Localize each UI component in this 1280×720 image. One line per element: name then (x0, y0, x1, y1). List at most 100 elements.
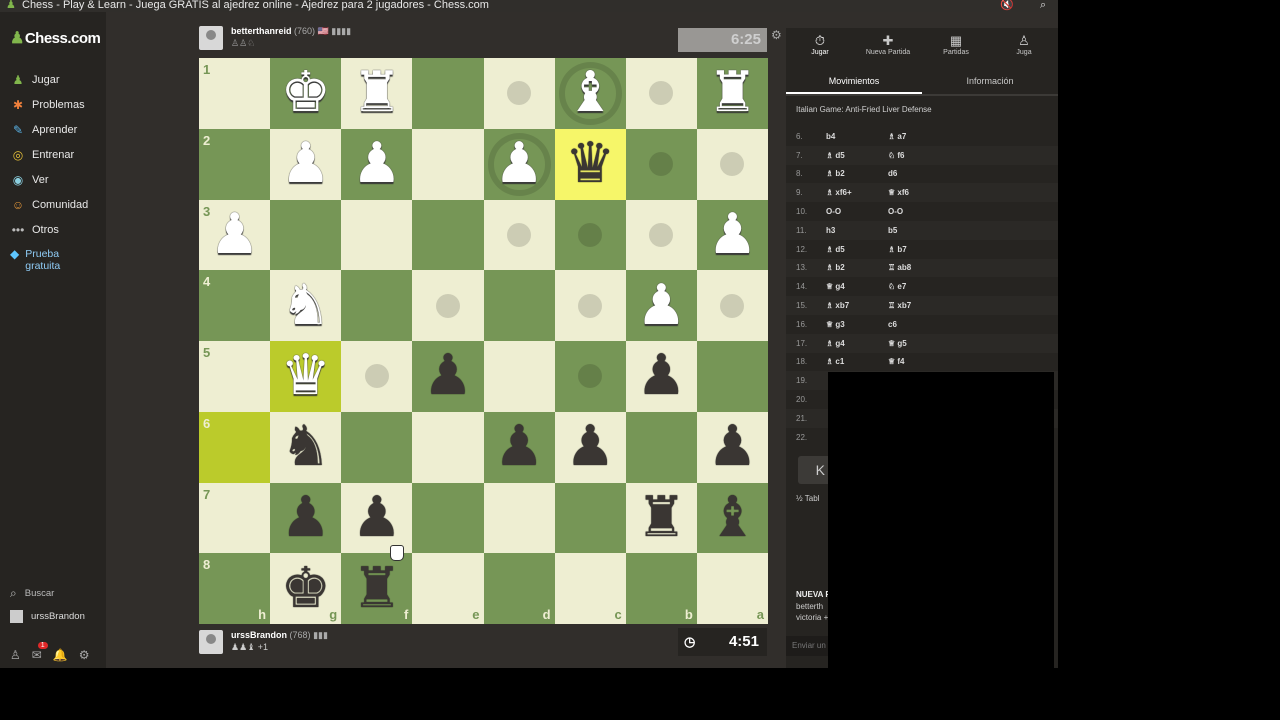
white-pawn-icon[interactable]: ♟ (341, 129, 412, 200)
board-square[interactable] (554, 270, 626, 341)
board-square[interactable]: ♟ (625, 270, 697, 341)
board-square[interactable]: ♟ (483, 128, 555, 200)
board-square[interactable]: 2 (199, 128, 271, 200)
board-square[interactable]: 1 (199, 58, 271, 129)
board-square[interactable]: c (554, 553, 626, 624)
white-bishop-icon[interactable]: ♝ (555, 58, 626, 129)
board-square[interactable] (341, 411, 413, 483)
board-square[interactable]: ♞ (270, 411, 342, 483)
white-pawn-icon[interactable]: ♟ (484, 129, 555, 200)
board-square[interactable]: ♟ (483, 411, 555, 483)
board-square[interactable]: ♟ (412, 341, 484, 412)
white-move[interactable]: ♗ g4 (826, 339, 888, 348)
board-square[interactable]: ♟ (696, 411, 768, 483)
black-pawn-icon[interactable]: ♟ (412, 341, 483, 412)
white-move[interactable]: ♗ d5 (826, 245, 888, 254)
move-hint-dot[interactable] (649, 222, 674, 247)
move-hint-dot[interactable] (649, 152, 674, 177)
draw-offer-label[interactable]: ½ Tabl (796, 494, 819, 503)
tab-jugar[interactable]: ⏱ Jugar (786, 28, 854, 66)
black-move[interactable]: ♘ f6 (888, 151, 968, 160)
board-square[interactable]: ♟ (625, 341, 697, 412)
black-bishop-icon[interactable]: ♝ (697, 483, 768, 554)
white-rook-icon[interactable]: ♜ (341, 58, 412, 129)
board-square[interactable]: e (412, 553, 484, 624)
board-square[interactable]: 3 ♟ (199, 199, 271, 271)
board-square[interactable] (341, 199, 413, 271)
board-square[interactable] (483, 341, 555, 412)
board-square[interactable] (412, 482, 484, 554)
board-square[interactable] (412, 58, 484, 129)
board-square[interactable]: ♞ (270, 270, 342, 341)
white-pawn-icon[interactable]: ♟ (199, 200, 270, 271)
board-square[interactable] (483, 482, 555, 554)
sidebar-item-comunidad[interactable]: ☺ Comunidad (10, 195, 88, 215)
board-square[interactable]: a (696, 553, 768, 624)
black-move[interactable]: ♖ ab8 (888, 263, 968, 272)
board-square[interactable] (696, 341, 768, 412)
white-move[interactable]: b4 (826, 132, 888, 141)
move-hint-dot[interactable] (364, 364, 389, 389)
move-hint-dot[interactable] (720, 293, 745, 318)
black-move[interactable]: ♘ e7 (888, 282, 968, 291)
board-square[interactable] (625, 58, 697, 129)
subtab-moves[interactable]: Movimientos (786, 70, 922, 94)
white-move[interactable]: ♗ c1 (826, 357, 888, 366)
board-square[interactable] (412, 199, 484, 271)
friends-icon[interactable]: ♙ (10, 648, 21, 662)
board-square[interactable] (696, 270, 768, 341)
magnifier-icon[interactable]: ⌕ (1040, 0, 1046, 11)
board-square[interactable]: ♟ (270, 482, 342, 554)
black-move[interactable]: ♖ xb7 (888, 301, 968, 310)
black-rook-icon[interactable]: ♜ (341, 553, 412, 624)
board-square[interactable]: ♟ (341, 128, 413, 200)
black-move[interactable]: ♕ f4 (888, 357, 968, 366)
white-move[interactable]: ♗ xf6+ (826, 188, 888, 197)
board-square[interactable]: 6 (199, 411, 271, 483)
white-move[interactable]: ♗ b2 (826, 263, 888, 272)
first-move-button[interactable]: K (798, 456, 828, 484)
black-move[interactable]: d6 (888, 169, 968, 178)
mail-icon[interactable]: ✉ 1 (32, 642, 48, 662)
player-avatar[interactable] (199, 630, 223, 654)
board-square[interactable]: g ♚ (270, 553, 342, 624)
white-move[interactable]: O-O (826, 207, 888, 216)
board-square[interactable]: ♚ (270, 58, 342, 129)
board-square[interactable]: f ♜ (341, 553, 413, 624)
board-square[interactable] (625, 199, 697, 271)
board-square[interactable] (554, 199, 626, 271)
black-move[interactable]: ♗ a7 (888, 132, 968, 141)
board-square[interactable] (696, 128, 768, 200)
sidebar-item-problemas[interactable]: ✱ Problemas (10, 95, 85, 115)
board-square[interactable] (554, 482, 626, 554)
move-hint-dot[interactable] (578, 293, 603, 318)
player-name[interactable]: urssBrandon (231, 630, 287, 640)
sidebar-item-otros[interactable]: ••• Otros (10, 220, 59, 240)
black-queen-icon[interactable]: ♛ (555, 129, 626, 200)
black-pawn-icon[interactable]: ♟ (697, 412, 768, 483)
board-square[interactable] (483, 199, 555, 271)
move-hint-dot[interactable] (578, 364, 603, 389)
black-rook-icon[interactable]: ♜ (626, 483, 697, 554)
subtab-info[interactable]: Información (922, 70, 1058, 94)
white-move[interactable]: ♗ xb7 (826, 301, 888, 310)
sidebar-user[interactable]: urssBrandon (10, 610, 85, 623)
white-move[interactable]: ♗ b2 (826, 169, 888, 178)
sidebar-item-jugar[interactable]: ♟ Jugar (10, 70, 60, 90)
board-square[interactable] (412, 411, 484, 483)
white-move[interactable]: ♕ g3 (826, 320, 888, 329)
move-hint-dot[interactable] (578, 222, 603, 247)
sidebar-item-trial[interactable]: ◆ Prueba gratuita (10, 248, 60, 272)
white-pawn-icon[interactable]: ♟ (697, 200, 768, 271)
board-square[interactable]: ♜ (341, 58, 413, 129)
board-square[interactable]: ♜ (625, 482, 697, 554)
board-square[interactable] (341, 270, 413, 341)
sidebar-item-aprender[interactable]: ✎ Aprender (10, 120, 77, 140)
black-move[interactable]: O-O (888, 207, 968, 216)
board-square[interactable]: 4 (199, 270, 271, 341)
tab-partidas[interactable]: ▦ Partidas (922, 28, 990, 66)
sidebar-item-entrenar[interactable]: ◎ Entrenar (10, 145, 74, 165)
board-square[interactable] (412, 128, 484, 200)
board-square[interactable]: ♝ (696, 482, 768, 554)
black-pawn-icon[interactable]: ♟ (341, 483, 412, 554)
